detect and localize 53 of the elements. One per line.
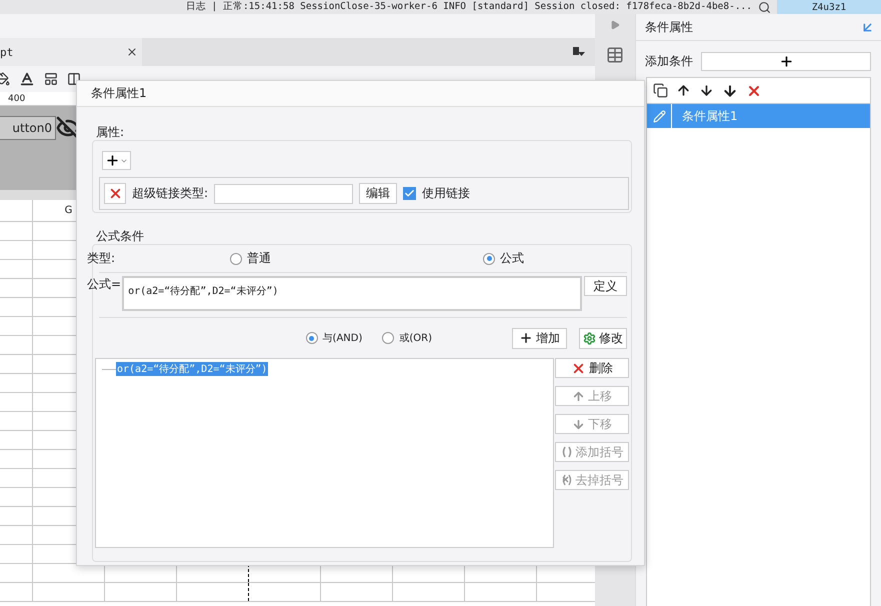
checkbox[interactable] [403,187,416,200]
radio-button[interactable] [382,332,394,344]
plus-icon [778,54,794,69]
radio-label: 与(AND) [322,332,362,345]
checkbox-label: 使用链接 [422,185,470,202]
add-condition-label: 添加条件 [645,53,693,70]
add-dropdown-button[interactable] [102,151,131,170]
copy-icon[interactable] [653,83,668,98]
search-icon[interactable] [758,0,771,14]
move-bottom-icon[interactable] [722,82,738,98]
radio-button[interactable] [306,332,318,344]
button-widget: utton0 [0,116,56,140]
dropdown-menu-icon[interactable] [573,47,585,57]
column-header: G [64,205,72,216]
pencil-icon [652,110,666,122]
user-name: Z4u3z1 [777,0,881,14]
move-up-icon[interactable] [676,83,691,98]
radio-label: 普通 [247,250,271,267]
section-legend: 属性: [96,125,632,139]
add-button[interactable]: 增加 [512,328,567,348]
action-button[interactable]: 删除 [555,358,629,378]
brackets-icon [560,446,572,458]
remove-button[interactable] [104,183,126,204]
type-label: 类型: [87,250,116,267]
radio-label: 公式 [500,250,524,267]
font-color-icon[interactable] [19,71,35,87]
log-message: 日志 | 正常:15:41:58 SessionClose-35-worker-6 INFO [standard] Session closed: f178feca-8b2d-4be8-... [184,0,753,14]
columns-icon[interactable] [67,72,81,86]
file-tab[interactable]: pt [0,38,142,66]
section-legend: 公式条件 [96,229,632,243]
move-down-icon[interactable] [699,83,714,98]
modify-button[interactable]: 修改 [579,328,627,348]
dialog-title: 条件属性1 [77,81,644,107]
edit-button[interactable]: 编辑 [359,183,398,204]
paint-bucket-icon[interactable] [0,72,10,86]
plus-icon [519,331,533,345]
formula-label: 公式= [87,276,122,293]
radio-button[interactable] [230,252,242,264]
down-arrow-icon [572,418,585,430]
radio-button[interactable] [483,252,495,264]
define-button[interactable]: 定义 [584,276,627,296]
layout-icon[interactable] [44,72,58,86]
input-field[interactable] [214,184,354,204]
table-icon[interactable] [606,46,624,64]
formula-field[interactable]: or(a2=“待分配”,D2=“未评分”) [122,276,582,311]
close-icon[interactable] [126,46,138,58]
plus-icon [105,153,120,168]
up-arrow-icon [572,390,585,402]
field-label: 超级链接类型: [132,185,208,202]
radio-label: 或(OR) [399,332,432,345]
panel-title: 条件属性 [645,18,693,36]
gear-icon [583,332,596,344]
brackets-remove-icon [560,474,572,486]
